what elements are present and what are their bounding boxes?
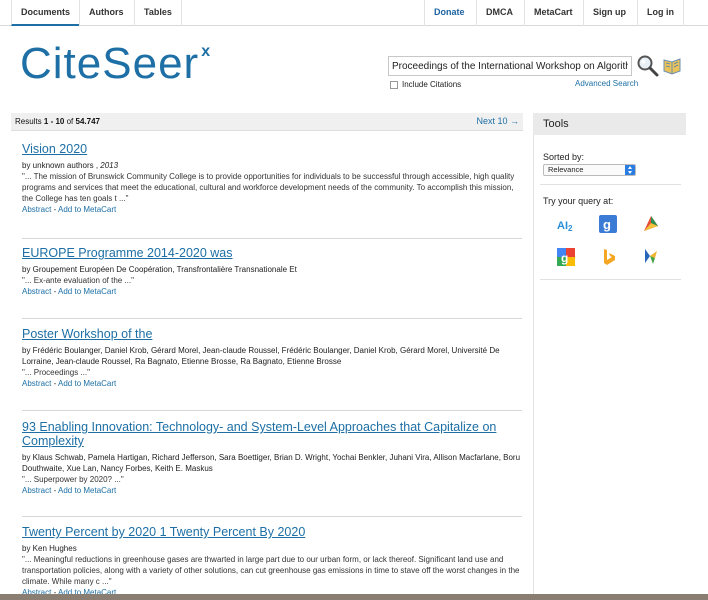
add-to-metacart-link[interactable]: Add to MetaCart: [58, 486, 116, 495]
result-snippet: "... Proceedings ...": [22, 368, 90, 377]
sort-select[interactable]: Relevance: [543, 164, 636, 176]
select-arrows-icon: [625, 165, 635, 175]
result-item: 93 Enabling Innovation: Technology- and …: [22, 420, 522, 496]
result-item: Vision 2020 by unknown authors , 2013 ".…: [22, 142, 522, 215]
logo-text: CiteSeer: [20, 39, 200, 88]
nav-metacart[interactable]: MetaCart: [524, 0, 582, 26]
logo-superscript: x: [201, 43, 212, 60]
dblp-icon[interactable]: [641, 246, 661, 266]
result-title[interactable]: 93 Enabling Innovation: Technology- and …: [22, 420, 522, 448]
nav-login[interactable]: Log in: [637, 0, 684, 26]
result-divider: [22, 410, 522, 411]
result-snippet: "... The mission of Brunswick Community …: [22, 172, 515, 203]
add-to-metacart-link[interactable]: Add to MetaCart: [58, 379, 116, 388]
results-count: Results 1 - 10 of 54.747: [15, 117, 100, 126]
add-to-metacart-link[interactable]: Add to MetaCart: [58, 205, 116, 214]
nav-donate[interactable]: Donate: [424, 0, 474, 26]
result-authors: by Groupement Européen De Coopération, T…: [22, 265, 297, 274]
result-snippet: "... Meaningful reductions in greenhouse…: [22, 555, 520, 586]
google-scholar-icon[interactable]: g: [598, 214, 618, 234]
citeseerx-logo[interactable]: CiteSeer x: [20, 39, 211, 89]
tools-panel-border: [533, 113, 534, 600]
ai2-icon[interactable]: AI 2: [556, 215, 576, 235]
result-authors: by Klaus Schwab, Pamela Hartigan, Richar…: [22, 453, 521, 473]
result-links: Abstract - Add to MetaCart: [22, 379, 117, 388]
nav-authors[interactable]: Authors: [79, 0, 133, 26]
result-item: EUROPE Programme 2014-2020 was by Groupe…: [22, 246, 522, 297]
result-title[interactable]: Vision 2020: [22, 142, 522, 156]
svg-text:g: g: [561, 251, 568, 265]
abstract-link[interactable]: Abstract: [22, 486, 51, 495]
result-links: Abstract - Add to MetaCart: [22, 205, 117, 214]
next-page-link[interactable]: Next 10 →: [476, 116, 519, 126]
result-links: Abstract - Add to MetaCart: [22, 486, 117, 495]
sort-select-value: Relevance: [548, 165, 584, 174]
result-divider: [22, 318, 522, 319]
nav-documents[interactable]: Documents: [11, 0, 80, 26]
nav-dmca[interactable]: DMCA: [476, 0, 522, 26]
bottom-strip: [0, 594, 708, 600]
nav-signup[interactable]: Sign up: [583, 0, 635, 26]
tools-divider: [540, 184, 681, 185]
bing-icon[interactable]: [599, 247, 619, 267]
abstract-link[interactable]: Abstract: [22, 287, 51, 296]
cyber-icon[interactable]: [641, 214, 661, 234]
results-bar: Results 1 - 10 of 54.747 Next 10 →: [11, 113, 523, 131]
tools-title: Tools: [543, 118, 569, 130]
try-query-label: Try your query at:: [543, 196, 614, 206]
result-snippet: "... Ex-ante evaluation of the ...": [22, 276, 134, 285]
result-authors: by Frédéric Boulanger, Daniel Krob, Géra…: [22, 346, 500, 366]
result-title[interactable]: Twenty Percent by 2020 1 Twenty Percent …: [22, 525, 522, 539]
google-icon[interactable]: g: [556, 247, 576, 267]
abstract-link[interactable]: Abstract: [22, 379, 51, 388]
nav-tables[interactable]: Tables: [134, 0, 182, 26]
advanced-search-link[interactable]: Advanced Search: [575, 79, 638, 88]
result-links: Abstract - Add to MetaCart: [22, 287, 117, 296]
svg-text:AI: AI: [557, 220, 568, 232]
add-to-metacart-link[interactable]: Add to MetaCart: [58, 287, 116, 296]
search-icon[interactable]: [636, 54, 660, 78]
tools-header: Tools: [533, 113, 686, 135]
tools-divider: [540, 279, 681, 280]
result-item: Poster Workshop of the by Frédéric Boula…: [22, 327, 522, 389]
top-navigation: Documents Authors Tables Donate DMCA Met…: [0, 0, 708, 26]
result-authors: by Ken Hughes: [22, 544, 77, 553]
svg-text:2: 2: [568, 224, 573, 233]
rss-icon[interactable]: [661, 56, 683, 76]
result-snippet: "... Superpower by 2020? ...": [22, 475, 124, 484]
include-citations-label: Include Citations: [402, 80, 462, 89]
sorted-by-label: Sorted by:: [543, 152, 585, 162]
result-divider: [22, 516, 522, 517]
result-authors: by unknown authors , 2013: [22, 161, 119, 170]
result-item: Twenty Percent by 2020 1 Twenty Percent …: [22, 525, 522, 598]
search-input[interactable]: [388, 56, 632, 76]
include-citations-checkbox[interactable]: [390, 81, 398, 89]
result-divider: [22, 238, 522, 239]
result-title[interactable]: EUROPE Programme 2014-2020 was: [22, 246, 522, 260]
svg-text:g: g: [603, 217, 611, 232]
result-title[interactable]: Poster Workshop of the: [22, 327, 522, 341]
abstract-link[interactable]: Abstract: [22, 205, 51, 214]
